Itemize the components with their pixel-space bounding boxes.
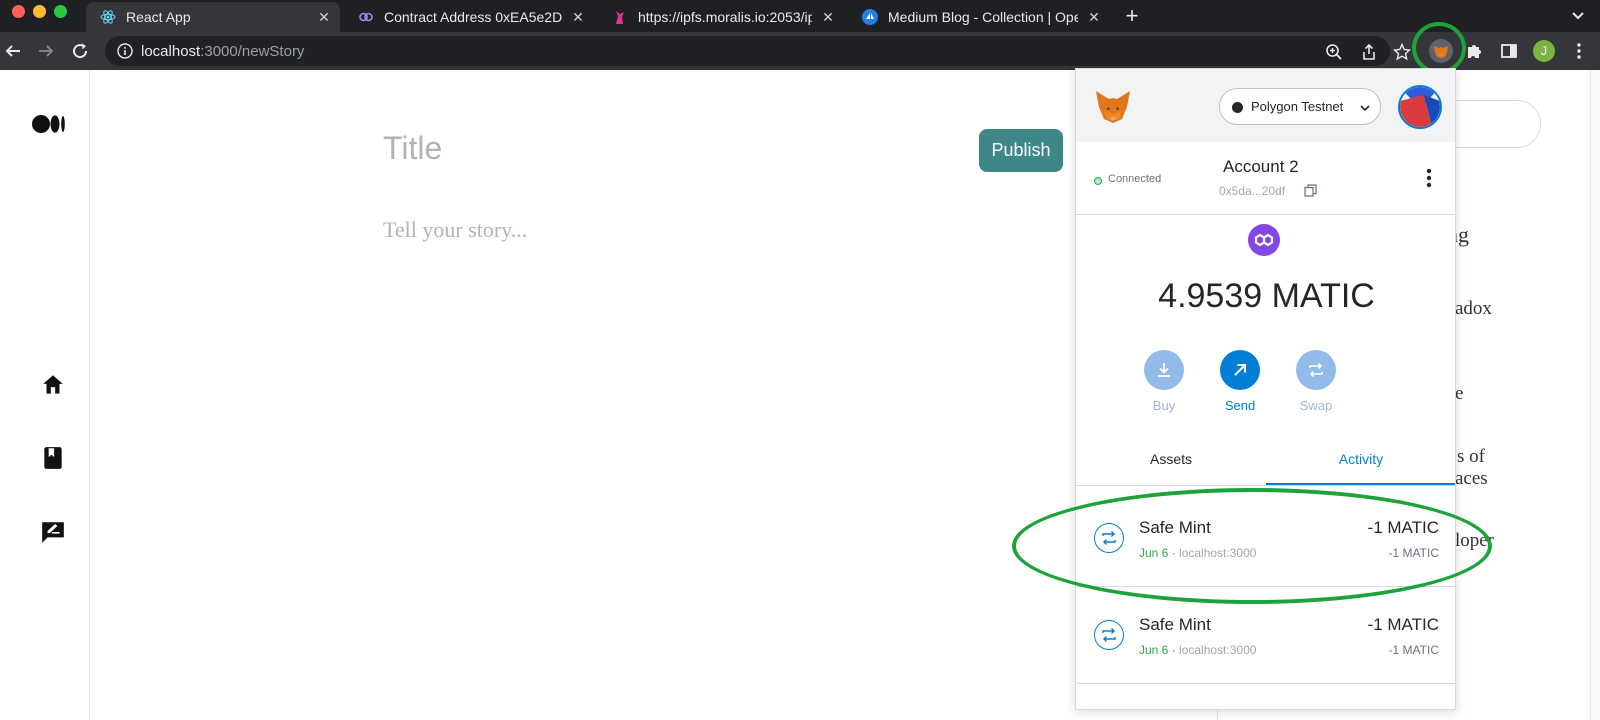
- publish-button[interactable]: Publish: [979, 129, 1063, 172]
- home-icon[interactable]: [40, 372, 66, 398]
- forward-arrow-icon[interactable]: [35, 40, 57, 62]
- window-minimize-button[interactable]: [33, 5, 46, 18]
- side-panel-icon[interactable]: [1498, 40, 1520, 62]
- extensions-puzzle-icon[interactable]: [1463, 40, 1485, 62]
- tab-close-icon[interactable]: ✕: [1086, 9, 1102, 25]
- metamask-header: Polygon Testnet: [1076, 69, 1455, 142]
- transaction-amount: -1 MATIC: [1367, 615, 1439, 634]
- connected-status-dot: [1094, 177, 1102, 185]
- network-name: Polygon Testnet: [1251, 99, 1344, 114]
- browser-toolbar: localhost:3000/newStory J: [0, 32, 1600, 70]
- swap-icon: [1094, 620, 1124, 650]
- window-zoom-button[interactable]: [54, 5, 67, 18]
- chevron-down-icon: [1358, 101, 1372, 115]
- send-label: Send: [1224, 398, 1256, 413]
- send-action[interactable]: Send: [1210, 350, 1270, 413]
- tab-assets[interactable]: Assets: [1076, 437, 1266, 486]
- address-bar[interactable]: localhost:3000/newStory: [105, 36, 1412, 66]
- account-bar: Connected Account 2 0x5da...20df: [1076, 142, 1455, 215]
- active-tab-indicator: [1266, 483, 1455, 485]
- zoom-icon[interactable]: [1325, 43, 1343, 61]
- tab-react-app[interactable]: React App ✕: [86, 2, 340, 32]
- reload-icon[interactable]: [69, 40, 91, 62]
- title-input[interactable]: Title: [383, 130, 442, 167]
- highlight-circle-extension: [1412, 22, 1466, 74]
- tab-title: React App: [126, 9, 191, 25]
- bookmark-star-icon[interactable]: [1392, 42, 1412, 61]
- balance-amount: 4.9539 MATIC: [1158, 277, 1375, 315]
- react-icon: [100, 9, 116, 25]
- metamask-tabs: Assets Activity: [1076, 437, 1455, 486]
- window-close-button[interactable]: [12, 5, 25, 18]
- metamask-popup: Polygon Testnet Connected Account 2 0x5d…: [1075, 68, 1456, 710]
- tab-title: https://ipfs.moralis.io:2053/ipfs: [638, 9, 812, 25]
- unicorn-icon: [612, 9, 628, 25]
- story-input[interactable]: Tell your story...: [383, 217, 527, 243]
- swap-icon: [1296, 350, 1336, 390]
- site-info-icon[interactable]: [117, 43, 133, 59]
- back-arrow-icon[interactable]: [2, 40, 24, 62]
- share-icon[interactable]: [1360, 43, 1378, 61]
- tabs-divider: [1076, 485, 1455, 486]
- tab-ipfs[interactable]: https://ipfs.moralis.io:2053/ipfs ✕: [598, 2, 844, 32]
- tab-search-chevron-icon[interactable]: [1568, 6, 1588, 26]
- right-panel-text: s of: [1457, 446, 1485, 467]
- tab-opensea[interactable]: Medium Blog - Collection | OpenSea ✕: [848, 2, 1110, 32]
- download-icon: [1144, 350, 1184, 390]
- sidebar: [0, 70, 90, 720]
- medium-logo-icon[interactable]: [31, 114, 67, 139]
- right-panel-text: adox: [1455, 298, 1492, 319]
- transaction-date: Jun 6 · localhost:3000: [1139, 643, 1257, 657]
- tab-activity[interactable]: Activity: [1266, 437, 1455, 486]
- swap-action[interactable]: Swap: [1286, 350, 1346, 413]
- profile-avatar[interactable]: J: [1533, 40, 1555, 62]
- highlight-ellipse-transaction: [1012, 488, 1492, 604]
- tab-title: Contract Address 0xEA5e2D4C: [384, 9, 562, 25]
- tab-close-icon[interactable]: ✕: [820, 9, 836, 25]
- account-menu-icon[interactable]: [1425, 167, 1433, 189]
- network-status-dot: [1232, 102, 1243, 113]
- account-address[interactable]: 0x5da...20df: [1219, 184, 1285, 198]
- send-arrow-icon: [1220, 350, 1260, 390]
- buy-action[interactable]: Buy: [1134, 350, 1194, 413]
- right-panel-text: aces: [1455, 468, 1488, 489]
- swap-label: Swap: [1299, 398, 1333, 413]
- tab-contract-address[interactable]: Contract Address 0xEA5e2D4C ✕: [344, 2, 594, 32]
- matic-token-icon: [1248, 224, 1280, 256]
- metamask-fox-icon: [1094, 89, 1132, 125]
- tab-close-icon[interactable]: ✕: [570, 9, 586, 25]
- tab-close-icon[interactable]: ✕: [316, 9, 332, 25]
- new-tab-button[interactable]: +: [1120, 4, 1144, 28]
- account-avatar[interactable]: [1398, 85, 1442, 129]
- write-story-icon[interactable]: [40, 519, 66, 545]
- transaction-name: Safe Mint: [1139, 615, 1211, 634]
- transaction-amount-secondary: -1 MATIC: [1388, 643, 1439, 657]
- browser-menu-icon[interactable]: [1568, 40, 1590, 62]
- account-name: Account 2: [1223, 157, 1299, 176]
- right-panel-text: e: [1455, 383, 1464, 404]
- polygon-icon: [358, 9, 374, 25]
- book-icon[interactable]: [40, 445, 66, 471]
- copy-icon[interactable]: [1304, 184, 1317, 197]
- connection-status[interactable]: Connected: [1108, 173, 1161, 185]
- url-text: localhost:3000/newStory: [141, 43, 305, 60]
- tab-title: Medium Blog - Collection | OpenSea: [888, 9, 1078, 25]
- buy-label: Buy: [1152, 398, 1176, 413]
- browser-tab-bar: React App ✕ Contract Address 0xEA5e2D4C …: [0, 0, 1600, 32]
- network-selector[interactable]: Polygon Testnet: [1219, 88, 1381, 125]
- page-scrollbar[interactable]: [1590, 70, 1600, 720]
- opensea-icon: [862, 9, 878, 25]
